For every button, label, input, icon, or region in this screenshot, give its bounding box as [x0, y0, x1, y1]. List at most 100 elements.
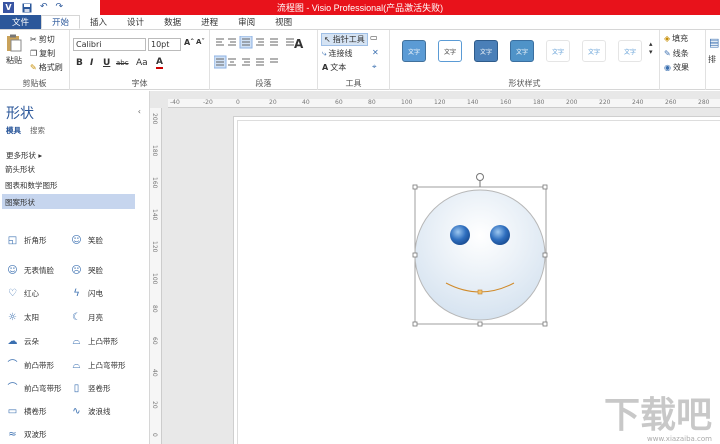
arrange-icon[interactable]: ▤ — [709, 36, 719, 49]
line-button[interactable]: ✎ 线条 — [664, 48, 689, 59]
ribbon-tabs: 文件 开始 插入 设计 数据 进程 审阅 视图 — [0, 15, 720, 30]
bold-button[interactable]: B — [76, 58, 83, 68]
tab-insert[interactable]: 插入 — [80, 15, 117, 29]
svg-text:A: A — [294, 37, 304, 51]
shape-label: 笑脸 — [88, 236, 103, 245]
font-color-button[interactable]: A — [156, 57, 163, 69]
more-shapes-button[interactable]: 更多形状 ▸ — [6, 150, 42, 161]
arrange-group: ▤ 排 — [706, 30, 720, 90]
vertical-scroll-icon: ▯ — [73, 383, 80, 394]
italic-button[interactable]: I — [90, 58, 93, 68]
pointer-tool-button[interactable]: ↖ 指针工具 — [321, 33, 368, 46]
shape-item-curved-ribbon-front[interactable]: ⌒ 前凸弯带形 — [6, 383, 62, 394]
ruler-tick-label: 0 — [236, 99, 240, 106]
tab-search[interactable]: 搜索 — [30, 125, 45, 136]
rectangle-tool-button[interactable]: ▭ — [370, 33, 378, 42]
arrange-label[interactable]: 排 — [708, 54, 716, 65]
watermark-url: www.xiazaiba.com — [647, 435, 712, 443]
window-title: 流程图 - Visio Professional(产品激活失败) — [276, 3, 444, 13]
ruler-tick-label: 160 — [500, 99, 512, 106]
tab-stencils[interactable]: 模具 — [6, 125, 21, 136]
stencil-arrow-shapes[interactable]: 箭头形状 — [5, 164, 35, 175]
close-icon[interactable]: ✕ — [372, 48, 379, 57]
curved-ribbon-up-icon: ⌓ — [72, 360, 81, 371]
tab-file[interactable]: 文件 — [0, 15, 42, 29]
collapse-panel-icon[interactable]: ‹ — [138, 107, 141, 116]
rectangle-icon: ▭ — [370, 33, 378, 42]
shape-item-double-wave[interactable]: ≈ 双波形 — [6, 429, 46, 440]
tab-home[interactable]: 开始 — [41, 15, 81, 29]
ruler-tick-label: 140 — [467, 99, 479, 106]
style-swatch-5[interactable]: 文字 — [546, 40, 570, 62]
effects-icon: ◉ — [664, 63, 671, 72]
paste-icon[interactable] — [6, 34, 22, 52]
fill-label: 填充 — [672, 34, 689, 43]
tools-group-label: 工具 — [345, 79, 362, 88]
shape-item-ribbon-front[interactable]: ⌒ 前凸带形 — [6, 360, 55, 371]
undo-icon[interactable]: ↶ — [40, 3, 48, 12]
style-swatch-3[interactable]: 文字 — [474, 40, 498, 62]
redo-icon[interactable]: ↷ — [56, 3, 64, 12]
shrink-font-button[interactable]: Aˇ — [196, 38, 205, 46]
style-swatch-4[interactable]: 文字 — [510, 40, 534, 62]
underline-button[interactable]: U — [103, 58, 110, 68]
paste-button[interactable]: 粘贴 — [6, 55, 22, 66]
grow-font-button[interactable]: Aˆ — [184, 38, 194, 47]
style-swatch-7[interactable]: 文字 — [618, 40, 642, 62]
shape-item-lightning[interactable]: ϟ 闪电 — [70, 288, 103, 299]
shape-item-vertical-scroll[interactable]: ▯ 竖卷形 — [70, 383, 111, 394]
font-size-select[interactable]: 10pt — [148, 38, 181, 51]
shape-label: 波浪线 — [88, 407, 111, 416]
styles-gallery-more[interactable]: ▴ ▾ — [649, 40, 653, 56]
shape-item-wave[interactable]: ∿ 波浪线 — [70, 406, 111, 417]
connector-button[interactable]: ⤷ 连接线 — [322, 48, 352, 59]
shape-item-sun[interactable]: ☼ 太阳 — [6, 312, 39, 323]
connection-point-icon[interactable]: ⌖ — [372, 62, 377, 72]
shape-item-moon[interactable]: ☾ 月亮 — [70, 312, 103, 323]
pointer-tool-label: 指针工具 — [332, 35, 365, 44]
tab-process[interactable]: 进程 — [191, 15, 228, 29]
ruler-tick-label: 120 — [434, 99, 446, 106]
effects-button[interactable]: ◉ 效果 — [664, 62, 689, 73]
copy-button[interactable]: ❐ 复制 — [30, 48, 55, 59]
font-name-select[interactable]: Calibri — [73, 38, 146, 51]
shape-item-sad-face[interactable]: ☹ 哭脸 — [70, 265, 103, 276]
shape-item-heart[interactable]: ♡ 红心 — [6, 288, 39, 299]
stencil-pattern-shapes[interactable]: 图案形状 — [2, 194, 135, 209]
paragraph-align-icons[interactable]: A — [214, 36, 314, 72]
ruler-tick-label: 220 — [599, 99, 611, 106]
format-painter-button[interactable]: ✎ 格式刷 — [30, 62, 63, 73]
shape-item-curved-ribbon-up[interactable]: ⌓ 上凸弯带形 — [70, 360, 126, 371]
paint-bucket-icon: ◈ — [664, 34, 671, 43]
ruler-tick-label: -40 — [170, 99, 180, 106]
shape-label: 前凸带形 — [24, 361, 54, 370]
tab-view[interactable]: 视图 — [265, 15, 302, 29]
change-case-button[interactable]: Aa — [136, 58, 148, 68]
shape-item-ribbon-up[interactable]: ⌓ 上凸带形 — [70, 336, 118, 347]
connector-label: 连接线 — [328, 49, 353, 58]
style-swatch-6[interactable]: 文字 — [582, 40, 606, 62]
shape-item-neutral-face[interactable]: ☺ 无表情脸 — [6, 265, 54, 276]
shape-item-cloud[interactable]: ☁ 云朵 — [6, 336, 40, 347]
stencil-charts-math[interactable]: 图表和数学图形 — [5, 180, 58, 191]
strikethrough-button[interactable]: abc — [116, 59, 129, 67]
tab-data[interactable]: 数据 — [154, 15, 191, 29]
shape-item-folded-corner[interactable]: ◱ 折角形 — [6, 235, 47, 246]
shape-label: 竖卷形 — [88, 384, 111, 393]
style-swatch-2[interactable]: 文字 — [438, 40, 462, 62]
drawing-canvas[interactable]: -40 -20 0 20 40 60 80 100 120 140 160 180 200 220 240 2… — [150, 91, 720, 444]
style-swatch-1[interactable]: 文字 — [402, 40, 426, 62]
ribbon: 粘贴 ✂ 剪切 ❐ 复制 ✎ 格式刷 剪贴板 Calibri 10pt Aˆ Aˇ B… — [0, 30, 720, 90]
cut-button[interactable]: ✂ 剪切 — [30, 34, 55, 45]
shape-item-smiley[interactable]: ☺ 笑脸 — [70, 235, 103, 246]
fill-button[interactable]: ◈ 填充 — [664, 33, 688, 44]
clipboard-group: 粘贴 ✂ 剪切 ❐ 复制 ✎ 格式刷 剪贴板 — [0, 30, 70, 90]
shape-item-horizontal-scroll[interactable]: ▭ 横卷形 — [6, 406, 47, 417]
smiley-shape[interactable] — [410, 171, 560, 331]
text-tool-button[interactable]: A 文本 — [322, 62, 346, 73]
shape-label: 太阳 — [24, 313, 39, 322]
tab-design[interactable]: 设计 — [117, 15, 154, 29]
tab-review[interactable]: 审阅 — [228, 15, 265, 29]
save-icon[interactable] — [22, 3, 32, 13]
folded-corner-icon: ◱ — [7, 235, 18, 246]
